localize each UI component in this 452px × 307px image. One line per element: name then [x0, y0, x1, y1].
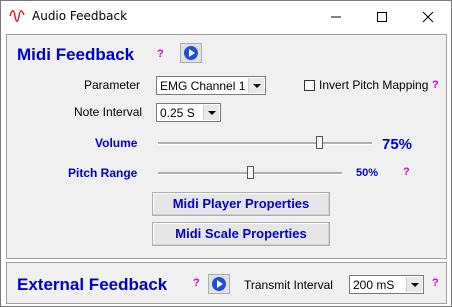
chevron-down-icon: [248, 78, 264, 93]
window-title: Audio Feedback: [32, 9, 128, 23]
volume-slider-thumb[interactable]: [316, 136, 323, 149]
title-bar[interactable]: Audio Feedback: [1, 1, 451, 32]
midi-scale-properties-button[interactable]: Midi Scale Properties: [152, 222, 330, 246]
maximize-icon: [377, 12, 387, 22]
invert-pitch-checkbox[interactable]: [304, 80, 315, 91]
waveform-icon: [9, 10, 25, 22]
external-feedback-panel: External Feedback ? Transmit Interval 20…: [6, 262, 447, 304]
transmit-interval-select[interactable]: 200 mS: [349, 275, 424, 294]
external-help-icon[interactable]: ?: [193, 277, 200, 289]
pitch-help-icon[interactable]: ?: [403, 166, 410, 178]
close-icon: [422, 11, 434, 23]
external-feedback-heading: External Feedback: [17, 275, 168, 294]
midi-feedback-panel: Midi Feedback ? Parameter EMG Channel 1 …: [6, 34, 447, 259]
invert-pitch-label: Invert Pitch Mapping: [319, 78, 429, 92]
volume-percent: 75%: [382, 136, 413, 153]
parameter-label: Parameter: [84, 78, 141, 92]
midi-help-icon[interactable]: ?: [157, 48, 164, 60]
volume-slider-track[interactable]: [158, 142, 372, 145]
transmit-help-icon[interactable]: ?: [432, 277, 439, 289]
note-interval-label: Note Interval: [74, 105, 143, 119]
midi-play-button[interactable]: [180, 43, 202, 63]
midi-feedback-heading: Midi Feedback: [17, 45, 135, 64]
pitch-range-percent: 50%: [356, 167, 379, 179]
volume-label: Volume: [95, 136, 138, 150]
note-interval-select[interactable]: 0.25 S: [156, 103, 221, 122]
invert-help-icon[interactable]: ?: [432, 79, 439, 91]
transmit-interval-value: 200 mS: [353, 278, 395, 292]
maximize-button[interactable]: [359, 1, 405, 32]
pitch-range-label: Pitch Range: [68, 166, 138, 180]
minimize-icon: [331, 16, 341, 18]
minimize-button[interactable]: [313, 1, 359, 32]
external-play-button[interactable]: [208, 274, 230, 294]
parameter-select[interactable]: EMG Channel 1: [156, 76, 266, 95]
note-interval-value: 0.25 S: [160, 106, 195, 120]
chevron-down-icon: [203, 105, 219, 120]
parameter-value: EMG Channel 1: [160, 79, 246, 93]
pitch-range-slider-thumb[interactable]: [247, 166, 254, 179]
midi-player-properties-button[interactable]: Midi Player Properties: [152, 192, 330, 216]
close-button[interactable]: [405, 1, 451, 32]
transmit-interval-label: Transmit Interval: [244, 278, 333, 292]
audio-feedback-window: Audio Feedback Midi Feedback ? Parameter…: [0, 0, 452, 307]
chevron-down-icon: [406, 277, 422, 292]
